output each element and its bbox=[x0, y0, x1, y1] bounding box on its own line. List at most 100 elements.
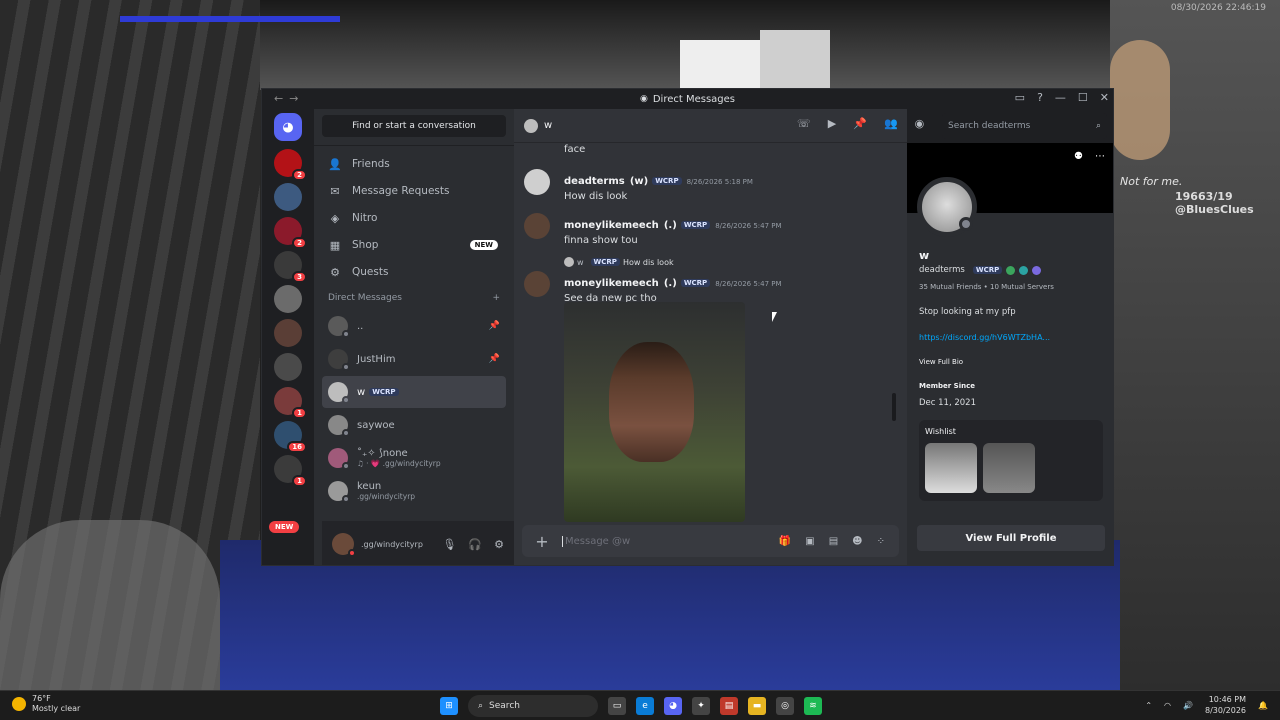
dm-item[interactable]: .. 📌 bbox=[322, 310, 506, 342]
add-friend-icon[interactable]: ⚉ bbox=[1074, 151, 1083, 162]
help-icon[interactable]: ? bbox=[1037, 91, 1043, 104]
settings-icon[interactable]: ⚙ bbox=[494, 538, 504, 551]
inbox-icon[interactable]: ▭ bbox=[1015, 91, 1025, 104]
search-input[interactable]: Search deadterms bbox=[948, 121, 1030, 131]
close-button[interactable]: ✕ bbox=[1100, 91, 1109, 104]
pin-icon[interactable]: 📌 bbox=[489, 354, 500, 364]
wishlist-item[interactable] bbox=[925, 443, 977, 493]
chat-panel: w face deadterms (w) WCRP 8/26/2026 5:18 P… bbox=[514, 109, 907, 565]
discord-taskbar-icon[interactable]: ◕ bbox=[664, 697, 682, 715]
add-friend-icon[interactable]: 👥 bbox=[884, 117, 898, 130]
image-attachment[interactable] bbox=[564, 302, 745, 522]
profile-avatar[interactable] bbox=[917, 177, 977, 237]
apps-icon[interactable]: ⁘ bbox=[877, 536, 885, 547]
server-icon[interactable] bbox=[274, 285, 302, 313]
server-icon[interactable]: 1 bbox=[274, 455, 307, 487]
file-explorer-icon[interactable]: ▬ bbox=[748, 697, 766, 715]
minimize-button[interactable]: — bbox=[1055, 91, 1066, 104]
dm-item[interactable]: keun .gg/windycityrp bbox=[322, 475, 506, 507]
server-tag[interactable]: WCRP bbox=[680, 279, 711, 287]
emoji-icon[interactable]: ☻ bbox=[852, 536, 862, 547]
call-icon[interactable]: ☏ bbox=[797, 117, 811, 130]
dm-item[interactable]: saywoe bbox=[322, 409, 506, 441]
server-icon[interactable]: 2 bbox=[274, 149, 307, 181]
user-avatar[interactable] bbox=[332, 533, 356, 557]
edge-icon[interactable]: e bbox=[636, 697, 654, 715]
view-full-profile-button[interactable]: View Full Profile bbox=[917, 525, 1105, 551]
more-icon[interactable]: ⋯ bbox=[1095, 151, 1105, 162]
dm-item[interactable]: ˚₊✧ ⟆none ♫ · 💗 .gg/windycityrp bbox=[322, 442, 506, 474]
pin-icon[interactable]: 📌 bbox=[853, 117, 867, 130]
server-icon[interactable]: 2 bbox=[274, 217, 307, 249]
server-tag[interactable]: WCRP bbox=[652, 177, 682, 185]
server-tag[interactable]: WCRP bbox=[680, 221, 711, 229]
wishlist-item[interactable] bbox=[983, 443, 1035, 493]
taskbar-search[interactable]: ⌕ Search bbox=[468, 695, 598, 717]
start-icon[interactable]: ⊞ bbox=[440, 697, 458, 715]
nav-message-requests[interactable]: ✉ Message Requests bbox=[322, 178, 506, 204]
scrollbar[interactable] bbox=[892, 393, 896, 421]
nav-shop[interactable]: ▦ Shop NEW bbox=[322, 232, 506, 258]
app-icon[interactable]: ◎ bbox=[776, 697, 794, 715]
notification-icon[interactable]: 🔔 bbox=[1258, 701, 1268, 710]
nav-quests[interactable]: ⚙ Quests bbox=[322, 259, 506, 285]
maximize-button[interactable]: ☐ bbox=[1078, 91, 1088, 104]
back-button[interactable]: ← bbox=[274, 92, 289, 105]
message-input[interactable]: Message @w bbox=[562, 535, 630, 547]
avatar[interactable] bbox=[524, 169, 550, 195]
author-name[interactable]: moneylikemeech bbox=[564, 220, 659, 231]
search-box[interactable]: Search deadterms ⌕ bbox=[942, 113, 1107, 139]
reply-preview[interactable]: w WCRP How dis look bbox=[564, 257, 674, 267]
home-button[interactable]: ◕ bbox=[274, 113, 302, 141]
wifi-icon[interactable]: ◠ bbox=[1164, 701, 1171, 710]
video-icon[interactable]: ▶ bbox=[828, 117, 836, 130]
bio-link[interactable]: https://discord.gg/hV6WTZbHA... bbox=[919, 333, 1103, 342]
profile-username[interactable]: deadterms bbox=[919, 265, 965, 275]
clock[interactable]: 10:46 PM 8/30/2026 bbox=[1205, 694, 1246, 716]
gif-icon[interactable]: ▣ bbox=[805, 536, 814, 547]
chat-title[interactable]: w bbox=[544, 120, 552, 131]
mutuals[interactable]: 35 Mutual Friends • 10 Mutual Servers bbox=[919, 283, 1103, 291]
badge-icon[interactable] bbox=[1032, 265, 1042, 275]
dm-item[interactable]: JustHim 📌 bbox=[322, 343, 506, 375]
user-status[interactable]: .gg/windycityrp bbox=[361, 540, 423, 549]
user-controls: 🎙 🎧 ⚙ bbox=[442, 538, 514, 551]
message-composer[interactable]: + Message @w 🎁 ▣ ▤ ☻ ⁘ bbox=[522, 525, 899, 557]
chevron-up-icon[interactable]: ⌃ bbox=[1145, 701, 1152, 710]
volume-icon[interactable]: 🔊 bbox=[1183, 701, 1193, 710]
app-icon[interactable]: ▤ bbox=[720, 697, 738, 715]
profile-toggle-icon[interactable]: ◉ bbox=[915, 117, 925, 130]
microphone-icon[interactable]: 🎙 bbox=[442, 538, 456, 551]
server-icon[interactable] bbox=[274, 353, 302, 381]
author-name[interactable]: moneylikemeech bbox=[564, 278, 659, 289]
create-dm-button[interactable]: + bbox=[492, 293, 500, 303]
spotify-icon[interactable]: ≋ bbox=[804, 697, 822, 715]
avatar[interactable] bbox=[524, 271, 550, 297]
sticker-icon[interactable]: ▤ bbox=[829, 536, 838, 547]
dm-item-active[interactable]: w WCRP bbox=[322, 376, 506, 408]
nav-nitro[interactable]: ◈ Nitro bbox=[322, 205, 506, 231]
server-icon[interactable] bbox=[274, 183, 302, 211]
user-panel: .gg/windycityrp 🎙 🎧 ⚙ bbox=[322, 521, 514, 565]
headphones-icon[interactable]: 🎧 bbox=[468, 538, 482, 551]
weather-widget[interactable]: 76°F Mostly clear bbox=[12, 694, 80, 714]
attach-button[interactable]: + bbox=[522, 532, 562, 551]
server-icon[interactable]: 1 bbox=[274, 387, 307, 419]
avatar[interactable] bbox=[524, 213, 550, 239]
badge-icon[interactable] bbox=[1019, 265, 1029, 275]
server-icon[interactable]: 3 bbox=[274, 251, 307, 283]
view-full-bio[interactable]: View Full Bio bbox=[919, 358, 1103, 366]
server-tag[interactable]: WCRP bbox=[972, 266, 1003, 274]
server-icon[interactable] bbox=[274, 319, 302, 347]
new-servers-badge[interactable]: NEW bbox=[269, 521, 300, 533]
forward-button[interactable]: → bbox=[289, 92, 304, 105]
find-conversation-button[interactable]: Find or start a conversation bbox=[322, 115, 506, 137]
author-name[interactable]: deadterms bbox=[564, 176, 625, 187]
badge-icon[interactable] bbox=[1006, 265, 1016, 275]
server-icon[interactable]: 16 bbox=[274, 421, 307, 453]
app-icon[interactable]: ✦ bbox=[692, 697, 710, 715]
gift-icon[interactable]: 🎁 bbox=[779, 536, 791, 547]
task-view-icon[interactable]: ▭ bbox=[608, 697, 626, 715]
pin-icon[interactable]: 📌 bbox=[489, 321, 500, 331]
nav-friends[interactable]: 👤 Friends bbox=[322, 151, 506, 177]
